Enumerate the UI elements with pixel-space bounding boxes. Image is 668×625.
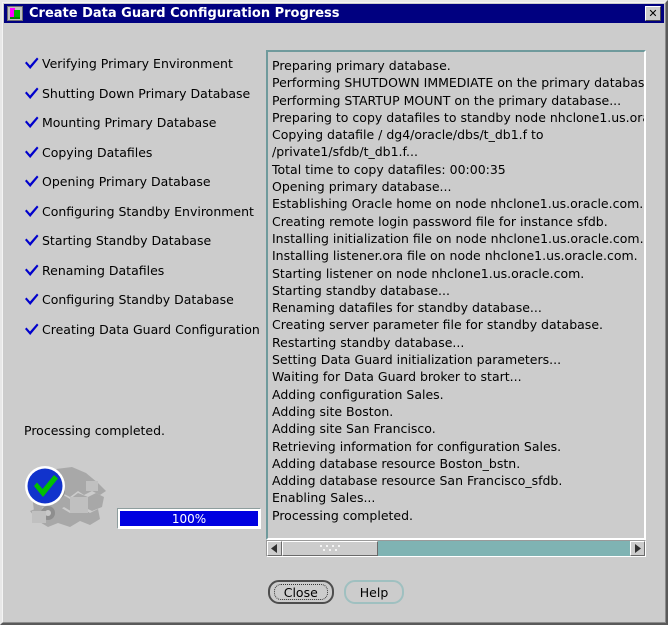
log-line: Opening primary database... (272, 179, 452, 195)
app-icon (7, 6, 23, 21)
log-line: Total time to copy datafiles: 00:00:35 (272, 161, 506, 177)
progress-bar-fill: 100% (120, 511, 258, 526)
progress-percent-label: 100% (171, 511, 207, 526)
log-line: /private1/sfdb/t_db1.f... (272, 144, 418, 160)
checklist-item: Configuring Standby Database (24, 292, 256, 322)
checklist-item: Starting Standby Database (24, 233, 256, 263)
dialog-button-bar: Close Help (2, 580, 668, 604)
log-line: Adding site San Francisco. (272, 421, 436, 437)
checklist-item-label: Mounting Primary Database (42, 115, 217, 130)
log-line: Adding configuration Sales. (272, 386, 444, 402)
checklist-item: Opening Primary Database (24, 174, 256, 204)
checklist-item: Shutting Down Primary Database (24, 86, 256, 116)
checkmark-icon (24, 56, 42, 72)
checklist-item: Configuring Standby Environment (24, 204, 256, 234)
log-line: Waiting for Data Guard broker to start..… (272, 369, 522, 385)
checklist-item: Creating Data Guard Configuration (24, 322, 260, 352)
checklist-item-label: Renaming Datafiles (42, 262, 165, 278)
checklist-item-label: Verifying Primary Environment (42, 56, 233, 71)
scroll-left-arrow-icon[interactable] (267, 541, 282, 556)
checklist-item-label: Configuring Standby Database (42, 292, 234, 307)
log-line: Preparing to copy datafiles to standby n… (272, 109, 644, 125)
checkmark-icon (24, 292, 42, 308)
checklist-item-label: Opening Primary Database (42, 174, 211, 189)
scrollbar-thumb[interactable] (282, 541, 378, 556)
checklist-item-label: Copying Datafiles (42, 144, 153, 160)
log-line: Installing initialization file on node n… (272, 230, 644, 246)
checklist-item-label: Starting Standby Database (42, 233, 212, 248)
checkmark-icon (24, 322, 42, 338)
close-button[interactable]: Close (267, 580, 334, 604)
checkmark-icon (24, 115, 42, 131)
scroll-right-arrow-icon[interactable] (630, 541, 645, 556)
status-message: Processing completed. (24, 423, 166, 438)
log-line: Restarting standby database... (272, 334, 465, 350)
checkmark-icon (24, 86, 42, 102)
log-line: Starting standby database... (272, 282, 450, 298)
log-line: Creating remote login password file for … (272, 213, 608, 229)
log-line: Creating server parameter file for stand… (272, 317, 603, 333)
log-line: Processing completed. (272, 507, 414, 523)
log-horizontal-scrollbar[interactable] (266, 540, 646, 557)
title-bar: Create Data Guard Configuration Progress… (4, 4, 664, 23)
checklist-item-label: Creating Data Guard Configuration (42, 321, 260, 337)
log-output-panel[interactable]: Preparing primary database. Performing S… (266, 50, 646, 540)
log-line: Adding database resource Boston_bstn. (272, 455, 521, 471)
dialog-window: Create Data Guard Configuration Progress… (0, 0, 668, 625)
help-button[interactable]: Help (343, 580, 405, 604)
checkmark-icon (24, 174, 42, 190)
checkmark-icon (24, 145, 42, 161)
progress-checklist: Verifying Primary Environment Shutting D… (24, 56, 260, 352)
log-line: Retrieving information for configuration… (272, 438, 562, 454)
log-line: Performing STARTUP MOUNT on the primary … (272, 92, 622, 108)
progress-bar: 100% (117, 508, 261, 529)
log-line: Installing listener.ora file on node nhc… (272, 248, 638, 264)
log-line: Adding site Boston. (272, 403, 394, 419)
log-line: Setting Data Guard initialization parame… (272, 352, 562, 368)
log-line: Enabling Sales... (272, 490, 376, 506)
checklist-item: Mounting Primary Database (24, 115, 256, 145)
log-line: Preparing primary database. (272, 58, 451, 73)
checklist-item: Renaming Datafiles (24, 263, 256, 293)
window-title: Create Data Guard Configuration Progress (29, 6, 340, 21)
scrollbar-track[interactable] (282, 541, 630, 556)
log-line: Starting listener on node nhclone1.us.or… (272, 265, 585, 281)
checklist-item-label: Shutting Down Primary Database (42, 85, 251, 101)
log-line: Copying datafile / dg4/oracle/dbs/t_db1.… (272, 127, 544, 143)
log-line: Adding database resource San Francisco_s… (272, 473, 563, 489)
log-line: Performing SHUTDOWN IMMEDIATE on the pri… (272, 75, 646, 91)
close-icon[interactable]: ✕ (645, 6, 661, 21)
checkmark-icon (24, 263, 42, 279)
log-lines: Preparing primary database. Performing S… (268, 52, 644, 524)
checkmark-icon (24, 233, 42, 249)
log-line: Renaming datafiles for standby database.… (272, 300, 542, 316)
completed-check-badge (24, 465, 66, 507)
checkmark-icon (24, 204, 42, 220)
log-line: Establishing Oracle home on node nhclone… (272, 196, 644, 212)
checklist-item: Copying Datafiles (24, 145, 256, 175)
checklist-item-label: Configuring Standby Environment (42, 203, 254, 219)
checklist-item: Verifying Primary Environment (24, 56, 256, 86)
